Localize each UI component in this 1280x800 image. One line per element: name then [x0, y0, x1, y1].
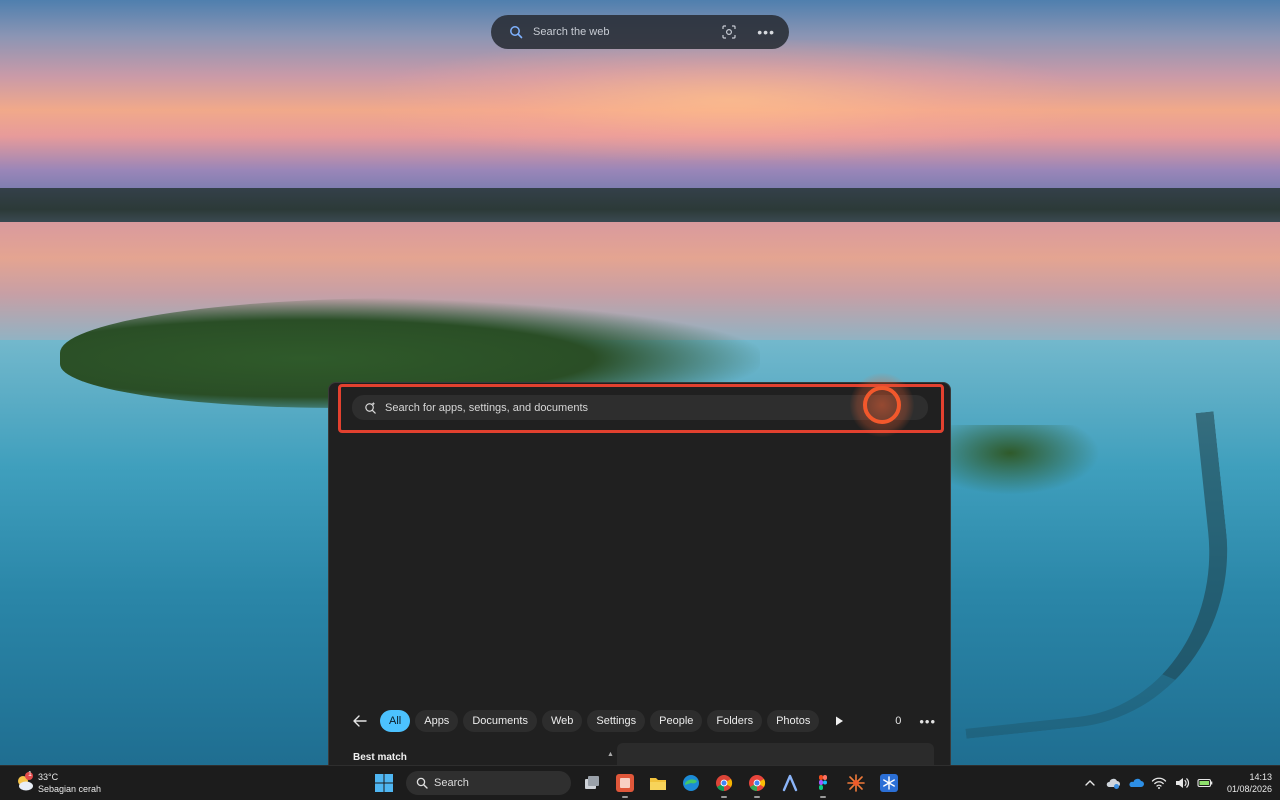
filter-apps[interactable]: Apps — [415, 710, 459, 732]
filter-people[interactable]: People — [650, 710, 703, 732]
click-marker-ring — [863, 386, 901, 424]
taskbar-search-label: Search — [434, 777, 469, 789]
taskbar: 1 33°C Sebagian cerah Search 14:13 01/08… — [0, 765, 1280, 800]
more-horizontal-icon[interactable]: ••• — [919, 714, 936, 729]
back-arrow-icon[interactable] — [351, 712, 369, 730]
wallpaper-horizon — [0, 188, 1280, 224]
running-indicator — [721, 796, 727, 798]
arc-icon[interactable] — [778, 771, 802, 795]
taskbar-pinned-apps — [580, 771, 910, 798]
clock-time: 14:13 — [1249, 772, 1272, 782]
weather-widget[interactable]: 1 33°C Sebagian cerah — [14, 771, 101, 795]
partly-sunny-icon: 1 — [14, 771, 36, 794]
snowflake-app-icon[interactable] — [877, 771, 901, 795]
powerpoint-icon[interactable] — [613, 771, 637, 798]
taskbar-clock[interactable]: 14:13 01/08/2026 — [1216, 771, 1272, 795]
filter-all[interactable]: All — [380, 710, 411, 732]
play-icon[interactable] — [832, 714, 846, 728]
figma-icon[interactable] — [811, 771, 835, 798]
task-view-icon[interactable] — [580, 771, 604, 795]
search-filter-bar: All Apps Documents Web Settings People F… — [351, 709, 936, 733]
edge-icon[interactable] — [679, 771, 703, 795]
desktop-web-search-bar[interactable]: Search the web ••• — [491, 15, 789, 49]
filter-settings[interactable]: Settings — [587, 710, 646, 732]
click-marker — [849, 373, 915, 437]
onedrive-icon[interactable] — [1128, 775, 1144, 791]
running-indicator — [820, 796, 826, 798]
filter-photos[interactable]: Photos — [767, 710, 820, 732]
best-match-heading: Best match — [353, 752, 407, 763]
cloud-sync-icon[interactable] — [1105, 775, 1121, 791]
system-tray — [1082, 775, 1220, 791]
search-icon — [510, 26, 523, 39]
taskbar-search[interactable]: Search — [406, 771, 571, 795]
wifi-icon[interactable] — [1151, 775, 1167, 791]
more-horizontal-icon[interactable]: ••• — [757, 24, 775, 40]
search-icon — [416, 777, 428, 789]
chrome-icon[interactable] — [712, 771, 736, 798]
clock-date: 01/08/2026 — [1226, 784, 1272, 794]
visual-search-icon[interactable] — [721, 24, 737, 40]
battery-icon[interactable] — [1197, 775, 1213, 791]
scroll-up-icon[interactable]: ▲ — [607, 751, 614, 758]
burst-app-icon[interactable] — [844, 771, 868, 795]
web-search-placeholder: Search the web — [533, 26, 610, 38]
wallpaper-sunset-glow — [380, 40, 1080, 160]
running-indicator — [754, 796, 760, 798]
running-indicator — [622, 796, 628, 798]
chrome-canary-icon[interactable] — [745, 771, 769, 798]
volume-icon[interactable] — [1174, 775, 1190, 791]
weather-temperature: 33°C — [38, 772, 59, 782]
rewards-count[interactable]: 0 — [895, 715, 901, 727]
weather-badge: 1 — [28, 771, 32, 778]
result-preview-pane — [617, 743, 934, 766]
windows-logo-icon[interactable] — [373, 772, 395, 794]
file-explorer-icon[interactable] — [646, 771, 670, 795]
filter-documents[interactable]: Documents — [463, 710, 537, 732]
filter-folders[interactable]: Folders — [707, 710, 763, 732]
start-search-panel: All Apps Documents Web Settings People F… — [328, 373, 951, 766]
chevron-up-icon[interactable] — [1082, 775, 1098, 791]
weather-condition: Sebagian cerah — [38, 784, 102, 794]
filter-web[interactable]: Web — [541, 710, 583, 732]
